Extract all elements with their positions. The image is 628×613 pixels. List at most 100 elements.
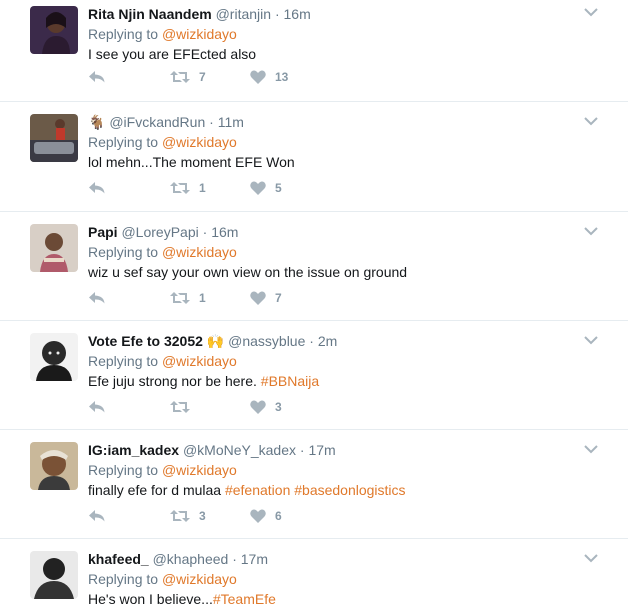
retweet-button[interactable]: 3 (170, 509, 206, 523)
user-handle[interactable]: @khapheed (153, 551, 229, 567)
raising-hands-emoji: 🙌 (206, 333, 225, 349)
like-button[interactable]: 3 (250, 400, 282, 414)
retweet-icon (170, 509, 190, 523)
display-name[interactable]: Vote Efe to 32052 (88, 333, 203, 349)
retweet-icon (170, 400, 190, 414)
avatar[interactable] (30, 114, 78, 162)
tweet[interactable]: 🐐 @iFvckandRun · 11m Replying to @wizkid… (0, 102, 628, 212)
like-count: 13 (275, 70, 289, 84)
retweet-button[interactable]: 7 (170, 70, 206, 84)
user-handle[interactable]: @kMoNeY_kadex (183, 442, 296, 458)
separator-dot: · (209, 114, 214, 130)
goat-emoji: 🐐 (88, 114, 106, 130)
avatar[interactable] (30, 551, 78, 599)
display-name[interactable]: Rita Njin Naandem (88, 6, 212, 22)
tweet-text: I see you are EFEcted also (88, 46, 257, 62)
timestamp[interactable]: 11m (218, 114, 244, 130)
retweet-button[interactable] (170, 400, 199, 414)
user-handle[interactable]: @nassyblue (228, 333, 305, 349)
reply-button[interactable] (88, 181, 106, 195)
separator-dot: · (309, 333, 314, 349)
replying-to-label: Replying to (88, 571, 159, 587)
like-count: 6 (275, 509, 282, 523)
display-name[interactable]: Papi (88, 224, 118, 240)
avatar[interactable] (30, 6, 78, 54)
retweet-button[interactable]: 1 (170, 291, 206, 305)
hashtag-link[interactable]: #efenation #basedonlogistics (225, 482, 406, 498)
heart-icon (250, 509, 266, 523)
replying-to-label: Replying to (88, 462, 159, 478)
chevron-down-icon[interactable] (584, 4, 598, 22)
timestamp[interactable]: 17m (241, 551, 268, 567)
like-count: 5 (275, 181, 282, 195)
tweet[interactable]: khafeed_ @khapheed · 17m Replying to @wi… (0, 539, 628, 613)
reply-button[interactable] (88, 509, 106, 523)
avatar[interactable] (30, 333, 78, 381)
tweet-text: finally efe for d mulaa (88, 482, 225, 498)
like-count: 3 (275, 400, 282, 414)
reply-icon (88, 70, 106, 84)
mention-link[interactable]: @wizkidayo (162, 571, 237, 587)
reply-icon (88, 291, 106, 305)
heart-icon (250, 181, 266, 195)
replying-to-label: Replying to (88, 244, 159, 260)
mention-link[interactable]: @wizkidayo (162, 244, 237, 260)
like-count: 7 (275, 291, 282, 305)
replying-to-label: Replying to (88, 353, 159, 369)
retweet-icon (170, 291, 190, 305)
avatar[interactable] (30, 442, 78, 490)
retweet-count: 1 (199, 181, 206, 195)
mention-link[interactable]: @wizkidayo (162, 462, 237, 478)
tweet-text: wiz u sef say your own view on the issue… (88, 264, 408, 280)
timestamp[interactable]: 17m (308, 442, 335, 458)
separator-dot: · (202, 224, 208, 240)
retweet-icon (170, 181, 190, 195)
tweet[interactable]: IG:iam_kadex @kMoNeY_kadex · 17m Replyin… (0, 430, 628, 539)
separator-dot: · (299, 442, 305, 458)
retweet-count: 7 (199, 70, 206, 84)
chevron-down-icon[interactable] (584, 550, 598, 568)
hashtag-link[interactable]: #TeamEfe (213, 591, 276, 607)
user-handle[interactable]: @LoreyPapi (121, 224, 198, 240)
chevron-down-icon[interactable] (584, 441, 598, 459)
mention-link[interactable]: @wizkidayo (162, 353, 237, 369)
reply-button[interactable] (88, 70, 106, 84)
heart-icon (250, 400, 266, 414)
tweet[interactable]: Vote Efe to 32052 🙌 @nassyblue · 2m Repl… (0, 321, 628, 430)
heart-icon (250, 291, 266, 305)
hashtag-link[interactable]: #BBNaija (261, 373, 319, 389)
tweet-text: Efe juju strong nor be here. (88, 373, 261, 389)
retweet-icon (170, 70, 190, 84)
display-name[interactable]: IG:iam_kadex (88, 442, 179, 458)
reply-icon (88, 400, 106, 414)
display-name[interactable]: khafeed_ (88, 551, 149, 567)
chevron-down-icon[interactable] (584, 223, 598, 241)
like-button[interactable]: 13 (250, 70, 288, 84)
reply-button[interactable] (88, 291, 106, 305)
timestamp[interactable]: 16m (211, 224, 238, 240)
tweet[interactable]: Papi @LoreyPapi · 16m Replying to @wizki… (0, 212, 628, 321)
retweet-count: 1 (199, 291, 206, 305)
like-button[interactable]: 7 (250, 291, 282, 305)
replying-to-label: Replying to (88, 134, 159, 150)
heart-icon (250, 70, 266, 84)
timestamp[interactable]: 16m (284, 6, 311, 22)
mention-link[interactable]: @wizkidayo (162, 26, 237, 42)
like-button[interactable]: 5 (250, 181, 282, 195)
user-handle[interactable]: @ritanjin (216, 6, 271, 22)
reply-icon (88, 181, 106, 195)
mention-link[interactable]: @wizkidayo (162, 134, 237, 150)
retweet-button[interactable]: 1 (170, 181, 206, 195)
chevron-down-icon[interactable] (584, 113, 598, 131)
timestamp[interactable]: 2m (318, 333, 337, 349)
reply-icon (88, 509, 106, 523)
reply-button[interactable] (88, 400, 106, 414)
user-handle[interactable]: @iFvckandRun (109, 114, 205, 130)
avatar[interactable] (30, 224, 78, 272)
chevron-down-icon[interactable] (584, 332, 598, 350)
tweet-text: He's won I believe... (88, 591, 213, 607)
separator-dot: · (274, 6, 280, 22)
tweet[interactable]: Rita Njin Naandem @ritanjin · 16m Replyi… (0, 0, 628, 102)
separator-dot: · (232, 551, 237, 567)
like-button[interactable]: 6 (250, 509, 282, 523)
